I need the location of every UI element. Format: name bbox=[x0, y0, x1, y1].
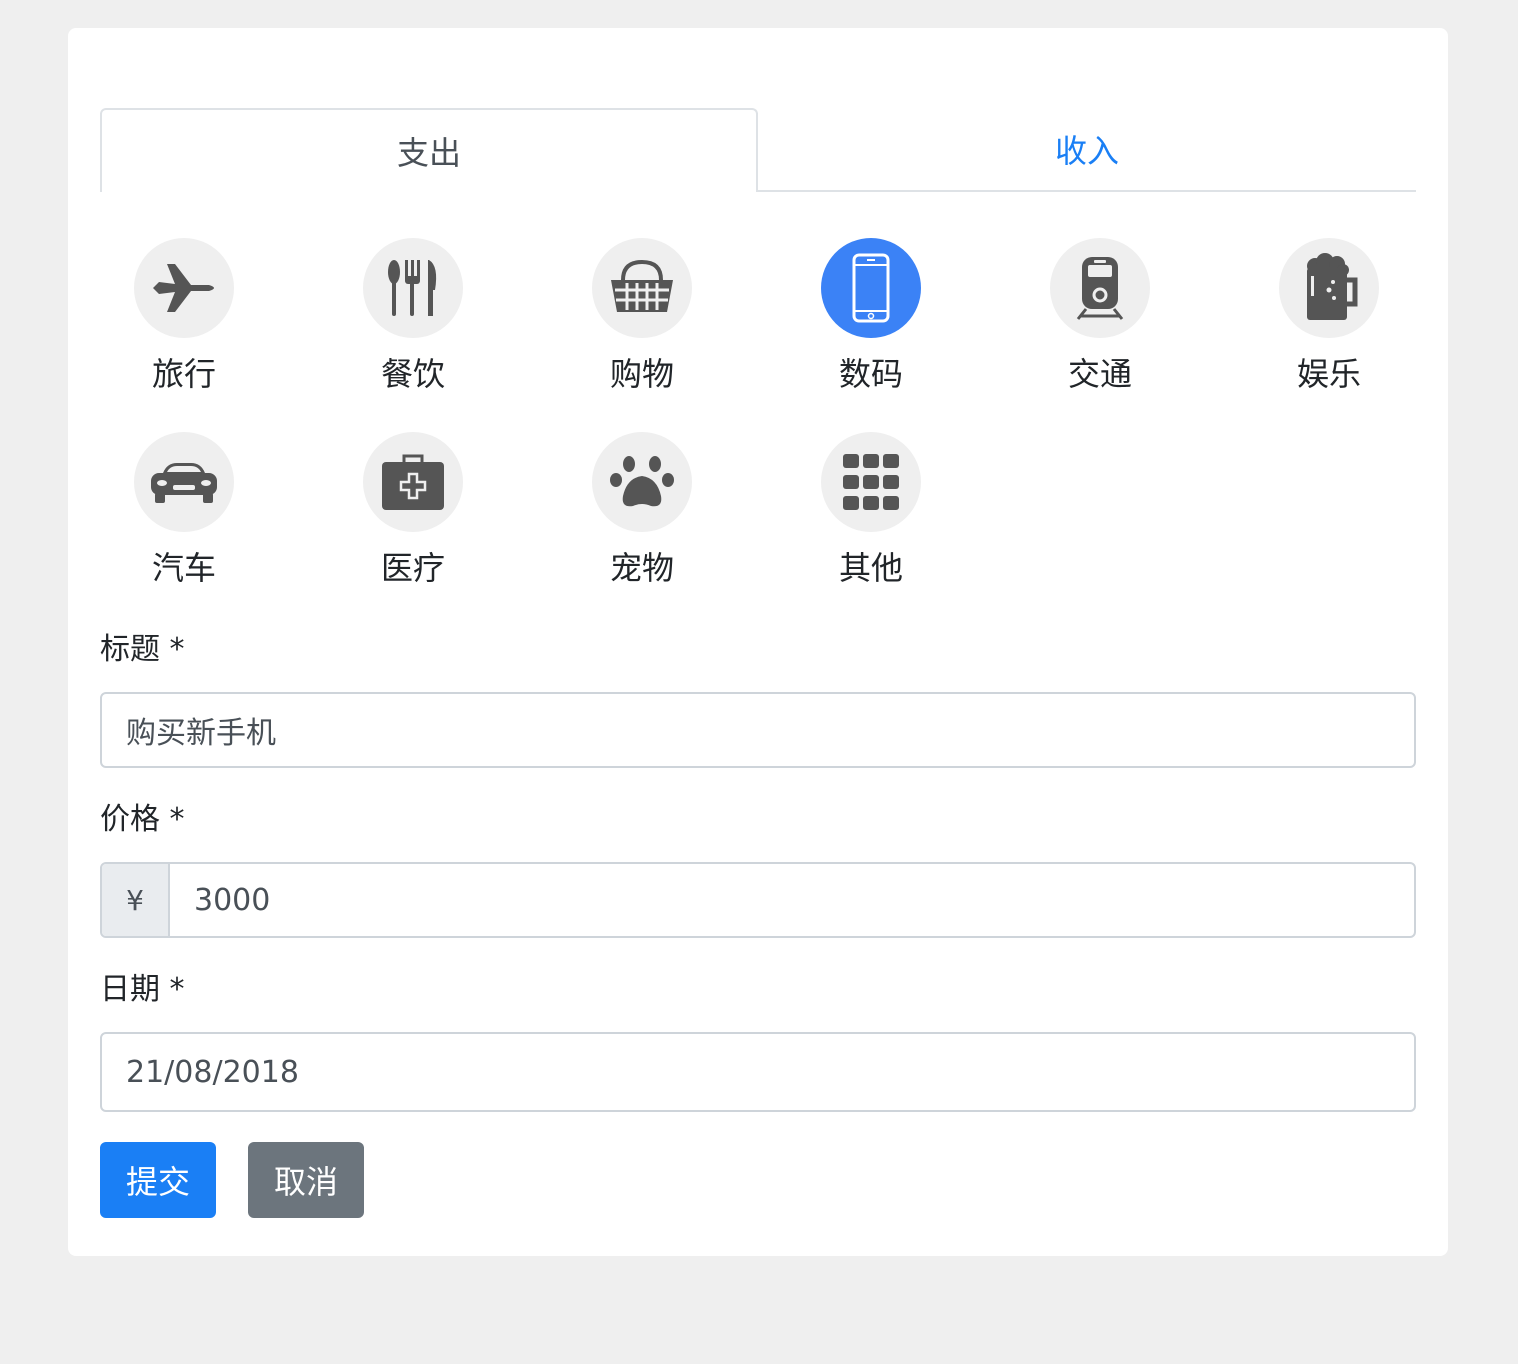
submit-button[interactable]: 提交 bbox=[100, 1142, 216, 1218]
category-label: 交通 bbox=[1067, 355, 1132, 393]
category-other[interactable]: 其他 bbox=[791, 432, 951, 602]
date-input[interactable]: 21/08/2018 bbox=[100, 1032, 1416, 1112]
category-entertainment[interactable]: 娱乐 bbox=[1249, 238, 1409, 408]
category-label: 购物 bbox=[609, 355, 674, 393]
entry-form: 标题 * 购买新手机 价格 * ¥ 3000 日期 * 21/08/2018 提… bbox=[100, 628, 1416, 1218]
category-car[interactable]: 汽车 bbox=[104, 432, 264, 602]
category-label: 医疗 bbox=[380, 549, 445, 587]
cutlery-icon bbox=[363, 238, 463, 338]
train-icon bbox=[1050, 238, 1150, 338]
basket-icon bbox=[592, 238, 692, 338]
price-value: 3000 bbox=[194, 882, 271, 918]
date-group: 日期 * 21/08/2018 bbox=[100, 968, 1416, 1112]
category-label: 其他 bbox=[838, 549, 903, 587]
title-value: 购买新手机 bbox=[126, 716, 276, 751]
price-label: 价格 * bbox=[100, 802, 185, 837]
category-label: 娱乐 bbox=[1296, 355, 1361, 393]
category-grid: 旅行 餐饮 购物 数码 交通 娱乐 汽车 医疗 宠物 其他 bbox=[100, 238, 1416, 598]
category-shopping[interactable]: 购物 bbox=[562, 238, 722, 408]
category-medical[interactable]: 医疗 bbox=[333, 432, 493, 602]
category-label: 旅行 bbox=[151, 355, 216, 393]
price-group: 价格 * ¥ 3000 bbox=[100, 798, 1416, 938]
category-label: 餐饮 bbox=[380, 355, 445, 393]
category-travel[interactable]: 旅行 bbox=[104, 238, 264, 408]
category-label: 汽车 bbox=[151, 549, 216, 587]
date-value: 21/08/2018 bbox=[126, 1054, 299, 1090]
grid-icon bbox=[821, 432, 921, 532]
category-pet[interactable]: 宠物 bbox=[562, 432, 722, 602]
price-input[interactable]: ¥ 3000 bbox=[100, 862, 1416, 938]
phone-icon bbox=[821, 238, 921, 338]
category-dining[interactable]: 餐饮 bbox=[333, 238, 493, 408]
form-card: 支出 收入 旅行 餐饮 购物 数码 交通 娱乐 汽车 医疗 宠物 其他 标题 *… bbox=[68, 28, 1448, 1256]
cancel-button[interactable]: 取消 bbox=[248, 1142, 364, 1218]
car-icon bbox=[134, 432, 234, 532]
category-digital[interactable]: 数码 bbox=[791, 238, 951, 408]
tab-income[interactable]: 收入 bbox=[758, 108, 1416, 190]
currency-prefix: ¥ bbox=[102, 864, 170, 936]
form-actions: 提交 取消 bbox=[100, 1142, 1416, 1218]
category-label: 数码 bbox=[838, 355, 903, 393]
date-label: 日期 * bbox=[100, 972, 185, 1007]
beer-icon bbox=[1279, 238, 1379, 338]
paw-icon bbox=[592, 432, 692, 532]
medkit-icon bbox=[363, 432, 463, 532]
form-container: 支出 收入 旅行 餐饮 购物 数码 交通 娱乐 汽车 医疗 宠物 其他 标题 *… bbox=[100, 108, 1416, 1218]
tab-expense[interactable]: 支出 bbox=[100, 108, 758, 192]
plane-icon bbox=[134, 238, 234, 338]
type-tabs: 支出 收入 bbox=[100, 108, 1416, 192]
category-transport[interactable]: 交通 bbox=[1020, 238, 1180, 408]
title-group: 标题 * 购买新手机 bbox=[100, 628, 1416, 768]
category-label: 宠物 bbox=[609, 549, 674, 587]
title-input[interactable]: 购买新手机 bbox=[100, 692, 1416, 768]
title-label: 标题 * bbox=[100, 632, 185, 667]
